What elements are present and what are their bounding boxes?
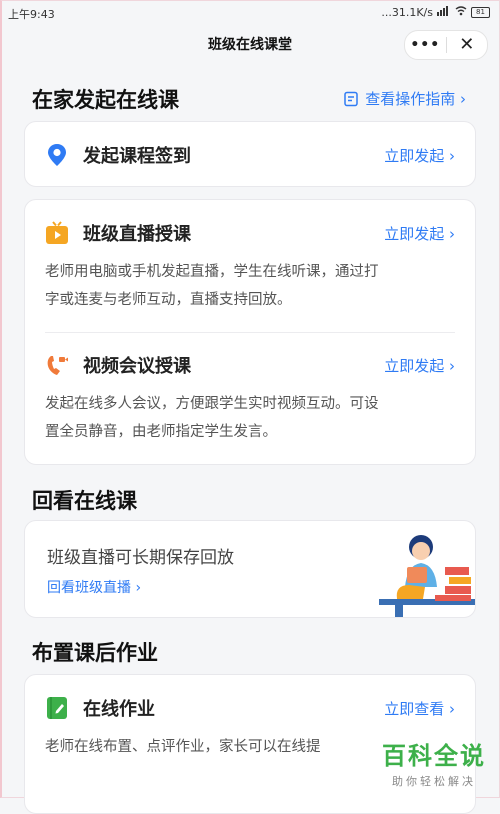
status-time: 上午9:43: [8, 8, 55, 21]
status-right: ...31.1K/s 81: [381, 6, 490, 19]
live-class-label: 班级直播授课: [83, 224, 191, 245]
video-meeting-desc-line2: 置全员静音，由老师指定学生发言。: [45, 424, 277, 440]
section-title-replay: 回看在线课: [32, 489, 137, 513]
live-class-desc-line1: 老师用电脑或手机发起直播，学生在线听课，通过打: [45, 264, 379, 280]
video-meeting-desc-line1: 发起在线多人会议，方便跟学生实时视频互动。可设: [45, 396, 379, 412]
video-meeting-label: 视频会议授课: [83, 356, 191, 377]
guide-link-label: 查看操作指南 ›: [365, 90, 466, 108]
more-icon[interactable]: •••: [405, 32, 446, 58]
section-title-start-class: 在家发起在线课: [32, 88, 179, 112]
watermark-subtitle: 助你轻松解决: [392, 775, 476, 788]
close-icon[interactable]: ✕: [447, 32, 488, 58]
guide-link[interactable]: 查看操作指南 ›: [343, 88, 466, 109]
live-class-action[interactable]: 立即发起 ›: [384, 223, 455, 244]
teacher-illustration: [379, 535, 475, 617]
video-meeting-desc: 发起在线多人会议，方便跟学生实时视频互动。可设 置全员静音，由老师指定学生发言。: [45, 390, 453, 446]
document-icon: [343, 91, 359, 107]
location-pin-icon: [45, 143, 69, 167]
tv-icon: [45, 221, 69, 245]
section-title-homework: 布置课后作业: [32, 641, 158, 665]
live-class-desc: 老师用电脑或手机发起直播，学生在线听课，通过打 字或连麦与老师互动，直播支持回放…: [45, 258, 453, 314]
live-video-card: 班级直播授课 立即发起 › 老师用电脑或手机发起直播，学生在线听课，通过打 字或…: [24, 199, 476, 465]
status-bar: 上午9:43 ...31.1K/s 81: [0, 0, 500, 26]
replay-card[interactable]: 班级直播可长期保存回放 回看班级直播 ›: [24, 520, 476, 618]
video-meeting-action[interactable]: 立即发起 ›: [384, 355, 455, 376]
video-call-icon: [45, 353, 69, 377]
checkin-action[interactable]: 立即发起 ›: [384, 145, 455, 166]
live-class-desc-line2: 字或连麦与老师互动，直播支持回放。: [45, 292, 292, 308]
homework-row[interactable]: 在线作业 立即查看 ›: [45, 695, 455, 721]
replay-text: 班级直播可长期保存回放: [47, 548, 234, 568]
checkin-row: 发起课程签到 立即发起 ›: [45, 142, 455, 168]
notebook-icon: [45, 696, 69, 720]
network-speed: ...31.1K/s: [381, 6, 433, 19]
checkin-label: 发起课程签到: [83, 146, 191, 167]
watermark-title: 百科全说: [382, 742, 486, 770]
watermark-logo: 百科全说 助你轻松解决: [382, 736, 486, 789]
video-meeting-row[interactable]: 视频会议授课 立即发起 ›: [45, 352, 455, 378]
card-divider: [45, 332, 455, 333]
homework-desc: 老师在线布置、点评作业，家长可以在线提: [45, 739, 321, 755]
battery-icon: 81: [471, 7, 490, 18]
homework-label: 在线作业: [83, 699, 155, 720]
mini-program-capsule: ••• ✕: [404, 30, 488, 60]
replay-link[interactable]: 回看班级直播 ›: [47, 577, 141, 597]
wifi-icon: [455, 6, 467, 19]
checkin-card[interactable]: 发起课程签到 立即发起 ›: [24, 121, 476, 187]
signal-icon: [437, 6, 451, 19]
homework-action[interactable]: 立即查看 ›: [384, 698, 455, 719]
live-class-row[interactable]: 班级直播授课 立即发起 ›: [45, 220, 455, 246]
title-bar: 班级在线课堂 ••• ✕: [0, 26, 500, 62]
